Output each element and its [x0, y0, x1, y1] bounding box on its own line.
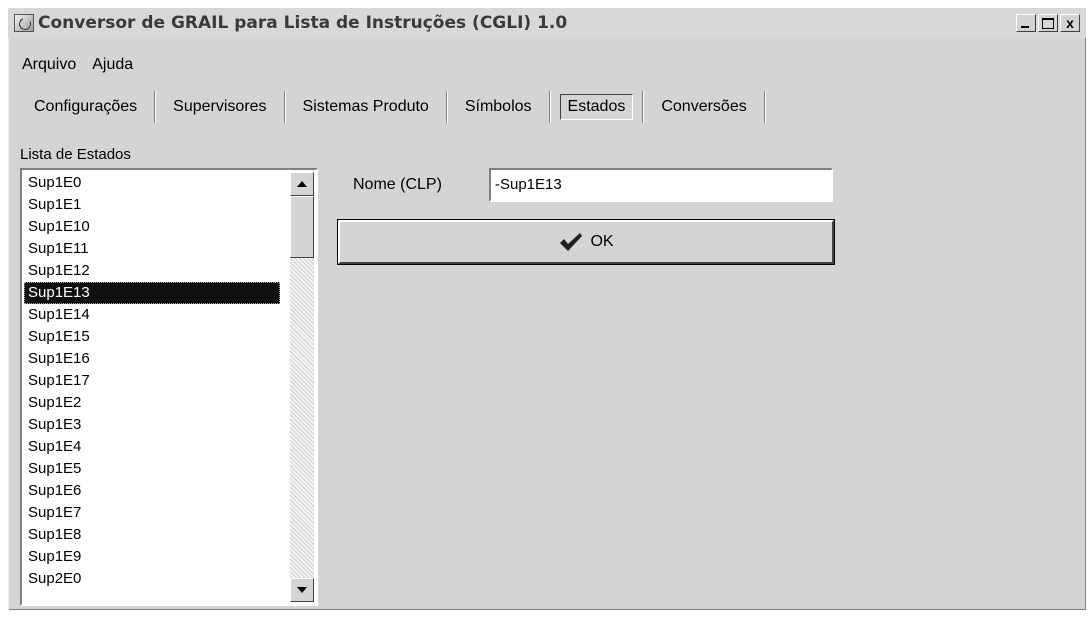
list-item[interactable]: Sup1E0	[24, 172, 280, 194]
tab-separator	[154, 91, 157, 123]
list-item[interactable]: Sup1E13	[24, 282, 280, 304]
window-title: Conversor de GRAIL para Lista de Instruç…	[38, 13, 568, 33]
list-item[interactable]: Sup1E9	[24, 546, 280, 568]
list-item[interactable]: Sup2E0	[24, 568, 280, 590]
tab-conversoes[interactable]: Conversões	[653, 95, 754, 119]
tab-estados[interactable]: Estados	[559, 94, 634, 120]
maximize-button[interactable]	[1038, 14, 1058, 32]
window-controls: x	[1016, 14, 1080, 32]
app-window: Conversor de GRAIL para Lista de Instruç…	[8, 8, 1086, 610]
list-item[interactable]: Sup1E16	[24, 348, 280, 370]
menu-ajuda[interactable]: Ajuda	[92, 56, 133, 74]
scroll-down-button[interactable]	[290, 578, 314, 602]
tab-simbolos[interactable]: Símbolos	[457, 95, 540, 119]
list-item[interactable]: Sup1E3	[24, 414, 280, 436]
menu-bar: Arquivo Ajuda	[22, 56, 133, 74]
app-icon[interactable]	[14, 14, 34, 32]
tab-supervisores[interactable]: Supervisores	[165, 95, 274, 119]
list-item[interactable]: Sup1E12	[24, 260, 280, 282]
checkmark-icon	[560, 233, 583, 251]
ok-button[interactable]: OK	[338, 220, 834, 264]
list-item[interactable]: Sup1E1	[24, 194, 280, 216]
states-listbox[interactable]: Sup1E0 Sup1E1 Sup1E10 Sup1E11 Sup1E12 Sup1E13…	[20, 168, 318, 606]
list-item[interactable]: Sup1E7	[24, 502, 280, 524]
tab-separator	[283, 91, 286, 123]
tab-separator	[445, 91, 448, 123]
tab-separator	[763, 91, 766, 123]
scroll-up-button[interactable]	[290, 172, 314, 196]
list-item[interactable]: Sup1E15	[24, 326, 280, 348]
list-item[interactable]: Sup1E2	[24, 392, 280, 414]
list-item[interactable]: Sup1E8	[24, 524, 280, 546]
tab-bar: Configurações Supervisores Sistemas Prod…	[22, 90, 771, 124]
list-item[interactable]: Sup1E5	[24, 458, 280, 480]
title-bar[interactable]: Conversor de GRAIL para Lista de Instruç…	[8, 8, 1086, 38]
tab-separator	[548, 91, 551, 123]
menu-arquivo[interactable]: Arquivo	[22, 56, 76, 74]
list-item[interactable]: Sup1E17	[24, 370, 280, 392]
states-list-items: Sup1E0 Sup1E1 Sup1E10 Sup1E11 Sup1E12 Sup1E13…	[24, 172, 280, 590]
minimize-button[interactable]	[1016, 14, 1036, 32]
list-item[interactable]: Sup1E14	[24, 304, 280, 326]
list-item[interactable]: Sup1E10	[24, 216, 280, 238]
scroll-thumb[interactable]	[290, 196, 314, 258]
states-list-label: Lista de Estados	[20, 146, 131, 163]
tab-configuracoes[interactable]: Configurações	[26, 95, 145, 119]
close-button[interactable]: x	[1060, 14, 1080, 32]
tab-separator	[642, 91, 645, 123]
name-clp-label: Nome (CLP)	[353, 176, 442, 193]
tab-sistemas-produto[interactable]: Sistemas Produto	[295, 95, 437, 119]
ok-button-label: OK	[590, 233, 614, 250]
list-item[interactable]: Sup1E11	[24, 238, 280, 260]
list-item[interactable]: Sup1E4	[24, 436, 280, 458]
name-clp-input[interactable]: -Sup1E13	[489, 168, 833, 202]
list-scrollbar[interactable]	[290, 172, 314, 602]
list-item[interactable]: Sup1E6	[24, 480, 280, 502]
